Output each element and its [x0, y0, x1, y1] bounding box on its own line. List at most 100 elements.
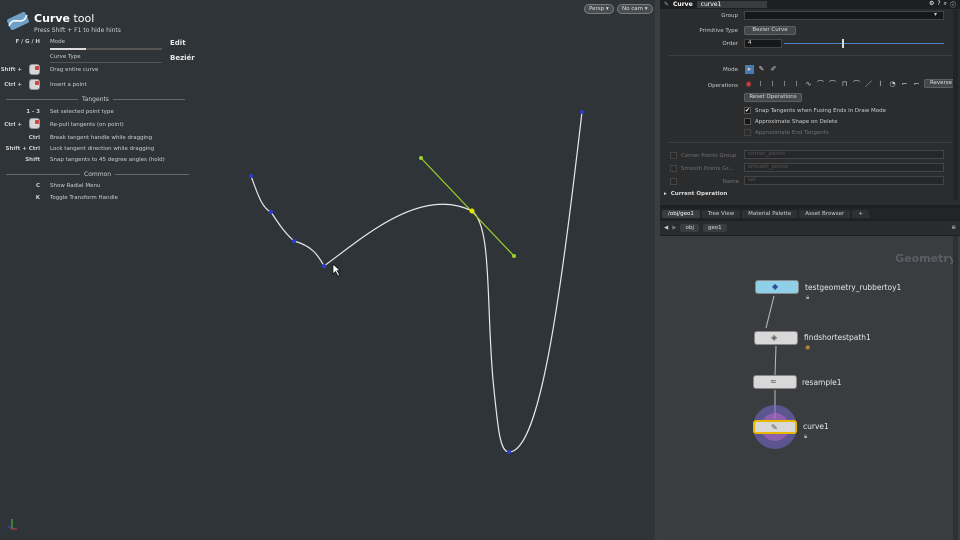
curve-point[interactable] [292, 239, 296, 243]
mouse-icon [29, 64, 40, 75]
param-scrollbar[interactable] [953, 10, 958, 200]
node-findshortestpath1[interactable]: ◈ [754, 331, 798, 345]
node-label: resample1 [802, 378, 842, 387]
chevron-right-icon[interactable]: ▸ [664, 191, 667, 197]
snap-tangents-checkbox[interactable]: ✔ Snap Tangents when Fusing Ends in Draw … [744, 107, 886, 114]
back-arrow-icon[interactable]: ◀ [664, 225, 668, 231]
tangent-handle-end[interactable] [512, 254, 516, 258]
group-label: Group [721, 13, 738, 19]
axis-gizmo-icon [7, 519, 17, 530]
mode-label: Mode [723, 67, 738, 73]
operations-label: Operations [707, 83, 738, 89]
order-field[interactable]: 4 [744, 39, 782, 48]
selected-curve-point[interactable] [469, 208, 475, 214]
tab-tree-view[interactable]: Tree View [701, 209, 741, 218]
tab-network[interactable]: /obj/geo1 [662, 209, 700, 218]
divider [668, 142, 952, 143]
eye-icon[interactable]: ◉ [744, 80, 753, 89]
operation-icon[interactable]: ⌐ [912, 80, 921, 89]
mode-bar [50, 48, 162, 50]
draw-mode-icon[interactable]: ✐ [769, 65, 778, 74]
operation-icon[interactable]: ⁞ [780, 80, 789, 89]
pin-icon[interactable]: ⊕ [951, 225, 960, 231]
operation-icon[interactable]: ⁞ [792, 80, 801, 89]
common-heading: Common [6, 171, 190, 178]
operation-icon[interactable]: ∿ [804, 80, 813, 89]
operation-icon[interactable]: ⁞ [768, 80, 777, 89]
smooth-points-field: smooth_points [744, 163, 944, 172]
edit-mode-icon[interactable]: ✎ [757, 65, 766, 74]
breadcrumb-geo1[interactable]: geo1 [702, 224, 727, 232]
node-label: testgeometry_rubbertoy1 [805, 283, 902, 292]
operation-icon[interactable]: ⌒ [828, 80, 837, 89]
primitive-type-label: Primitive Type [699, 28, 738, 34]
breadcrumb-obj[interactable]: obj [680, 224, 699, 232]
curve-point[interactable] [249, 174, 253, 178]
name-toggle: Name [670, 178, 739, 185]
curve-node-icon: ✎ [664, 1, 670, 8]
select-mode-icon[interactable]: ▸ [745, 65, 754, 74]
curve-point[interactable] [580, 110, 584, 114]
order-slider-track[interactable] [784, 43, 944, 44]
scene-viewport[interactable]: Curve tool Press Shift + F1 to hide hint… [0, 0, 655, 540]
node-label: curve1 [803, 422, 829, 431]
lock-icon: 🔒︎ [804, 433, 808, 440]
tangent-handle-end[interactable] [419, 156, 423, 160]
corner-points-field: corner_points [744, 150, 944, 159]
node-name-field[interactable]: curve1 [696, 1, 767, 8]
group-field[interactable] [744, 11, 944, 20]
curve-point[interactable] [507, 450, 511, 454]
name-field: sel [744, 176, 944, 185]
mouse-icon [29, 118, 40, 129]
add-tab-button[interactable]: + [852, 209, 869, 218]
current-operation-header[interactable]: ▸ Current Operation [664, 191, 727, 197]
operation-icon[interactable]: ⊓ [840, 80, 849, 89]
operation-icon[interactable]: ⌐ [900, 80, 909, 89]
warning-icon: ◉ [805, 344, 811, 351]
operation-icon[interactable]: ／ [864, 80, 873, 89]
bezier-curve[interactable] [250, 111, 583, 453]
operation-icon[interactable]: ◔ [888, 80, 897, 89]
curve-canvas[interactable] [0, 0, 655, 540]
divider [668, 55, 952, 56]
operation-icon[interactable]: ⌇ [876, 80, 885, 89]
gear-icon[interactable]: ⚙ [929, 0, 934, 9]
order-slider-handle[interactable] [842, 39, 844, 48]
help-icon[interactable]: ? [937, 0, 940, 9]
tab-asset-browser[interactable]: Asset Browser [799, 209, 851, 218]
node-type-label: Curve [673, 1, 693, 8]
node-wires [753, 295, 797, 449]
operation-icon[interactable]: ⁞ [756, 80, 765, 89]
chevron-down-icon[interactable]: ▾ [934, 11, 937, 18]
operation-icon[interactable]: ⌒ [852, 80, 861, 89]
network-scrollbar[interactable] [953, 236, 958, 540]
parameter-pane: ✎ Curve curve1 ⚙ ? ⌕ ⓘ Group ▾ Primitive… [660, 0, 960, 205]
curve-point[interactable] [269, 210, 273, 214]
info-icon[interactable]: ⓘ [950, 0, 956, 9]
param-header: ✎ Curve curve1 ⚙ ? ⌕ ⓘ [660, 0, 960, 9]
node-label: findshortestpath1 [804, 333, 871, 342]
lock-icon: 🔒︎ [806, 294, 810, 301]
node-resample1[interactable]: ≈ [753, 375, 797, 389]
checkbox-box[interactable]: ✔ [744, 107, 751, 114]
node-testgeometry-rubbertoy1[interactable]: ◆ [755, 280, 799, 294]
smooth-points-toggle: Smooth Points Gr... [670, 165, 734, 172]
tangent-handle[interactable] [420, 157, 515, 257]
camera-menu-button[interactable]: No cam ▾ [617, 4, 653, 14]
primitive-type-menu[interactable]: Bezier Curve [744, 26, 796, 35]
node-curve1[interactable]: ✎ [753, 420, 797, 434]
network-editor[interactable]: Geometry ◆ testgeometry_rubbertoy1 🔒︎ ◈ … [660, 236, 960, 540]
corner-points-toggle: Corner Points Group [670, 152, 739, 159]
forward-arrow-icon[interactable]: ▶ [672, 225, 676, 231]
tab-material-palette[interactable]: Material Palette [742, 209, 798, 218]
mouse-icon [29, 79, 40, 90]
persp-menu-button[interactable]: Persp ▾ [584, 4, 614, 14]
checkbox-box[interactable] [744, 118, 751, 125]
curve-point[interactable] [322, 264, 326, 268]
approximate-shape-checkbox[interactable]: Approximate Shape on Delete [744, 118, 838, 125]
search-icon[interactable]: ⌕ [944, 0, 947, 9]
operation-icon[interactable]: ⌒ [816, 80, 825, 89]
checkbox-box [744, 129, 751, 136]
cursor-arrow-icon [332, 263, 341, 277]
reset-operations-button[interactable]: Reset Operations [744, 93, 802, 102]
